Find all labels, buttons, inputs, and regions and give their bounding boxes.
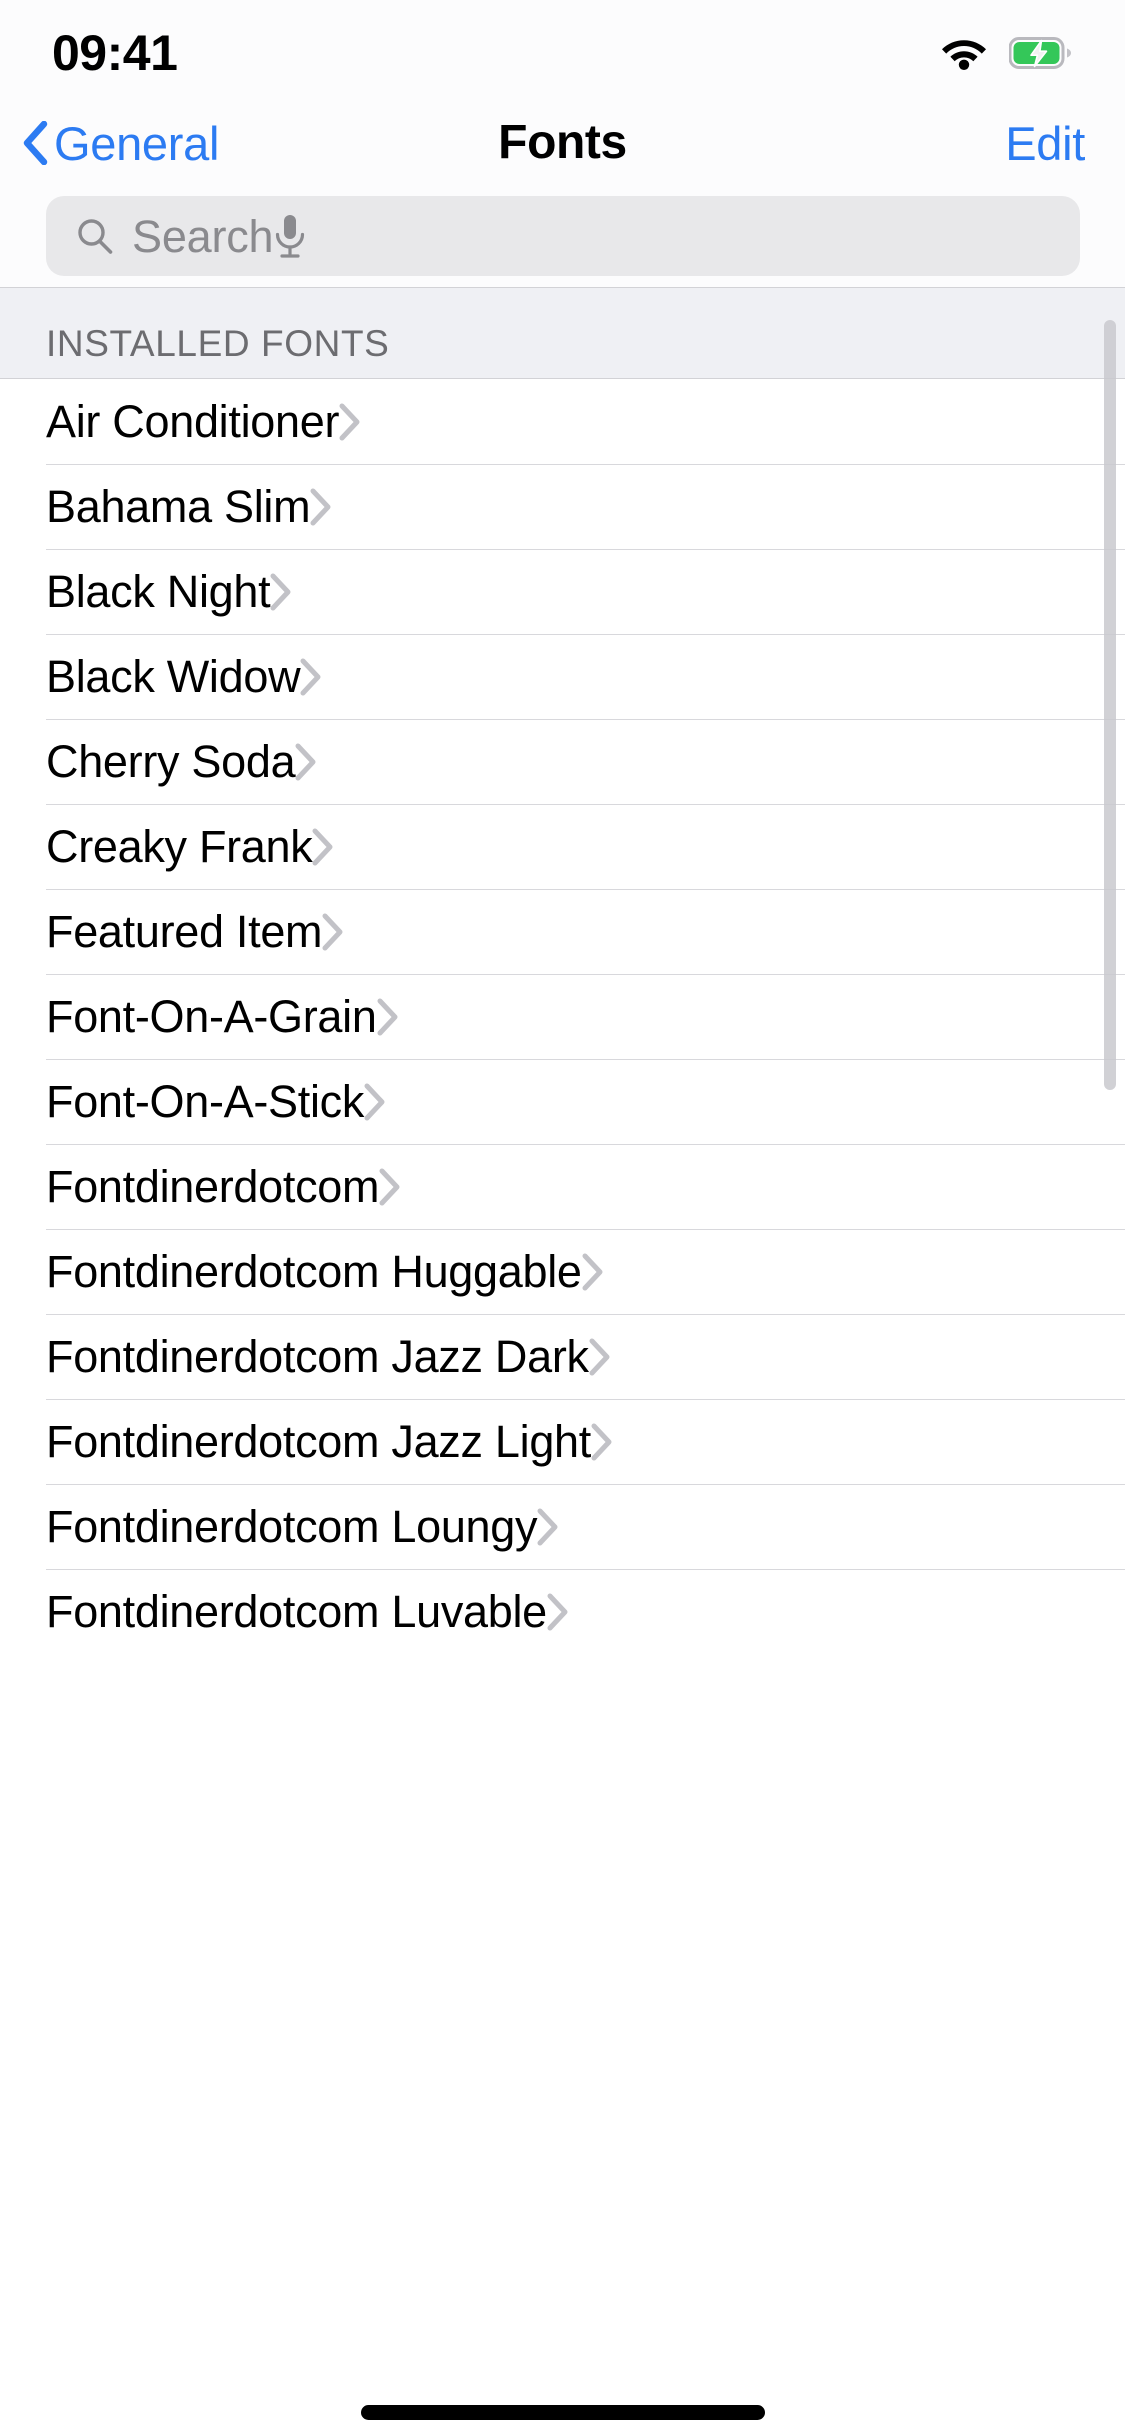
font-name-label: Fontdinerdotcom Jazz Dark xyxy=(46,1331,589,1382)
font-list-row[interactable]: Fontdinerdotcom Luvable xyxy=(0,1569,1125,1654)
section-header-installed-fonts: INSTALLED FONTS xyxy=(0,287,1125,379)
chevron-right-icon xyxy=(591,1423,613,1461)
chevron-left-icon xyxy=(22,121,54,165)
font-name-label: Fontdinerdotcom xyxy=(46,1161,380,1212)
chevron-right-icon xyxy=(312,828,334,866)
wifi-icon xyxy=(941,36,987,70)
chevron-right-icon xyxy=(589,1338,611,1376)
chevron-right-icon xyxy=(379,1168,401,1206)
chevron-right-icon xyxy=(377,998,399,1036)
edit-button[interactable]: Edit xyxy=(1005,120,1125,167)
search-placeholder: Search xyxy=(132,210,274,262)
font-list-row[interactable]: Fontdinerdotcom Jazz Light xyxy=(0,1399,1125,1484)
home-indicator[interactable] xyxy=(360,2405,765,2420)
font-list-row[interactable]: Bahama Slim xyxy=(0,464,1125,549)
status-bar-time: 09:41 xyxy=(52,25,178,81)
font-name-label: Font-On-A-Stick xyxy=(46,1076,365,1127)
settings-fonts-screen: 09:41 General Fonts Edit Search INSTALLE… xyxy=(0,0,1125,2436)
battery-charging-icon xyxy=(1009,37,1071,69)
chevron-right-icon xyxy=(300,658,322,696)
search-icon xyxy=(76,217,114,255)
font-list-row[interactable]: Fontdinerdotcom Jazz Dark xyxy=(0,1314,1125,1399)
font-name-label: Air Conditioner xyxy=(46,396,340,447)
font-list-row[interactable]: Font-On-A-Stick xyxy=(0,1059,1125,1144)
back-button-general[interactable]: General xyxy=(0,120,219,167)
chevron-right-icon xyxy=(339,403,361,441)
chevron-right-icon xyxy=(537,1508,559,1546)
chevron-right-icon xyxy=(310,488,332,526)
search-bar-container: Search xyxy=(0,188,1125,287)
font-list-row[interactable]: Black Widow xyxy=(0,634,1125,719)
microphone-icon[interactable] xyxy=(273,213,307,259)
search-input[interactable]: Search xyxy=(46,196,1080,276)
font-list-row[interactable]: Featured Item xyxy=(0,889,1125,974)
navigation-bar: General Fonts Edit xyxy=(0,98,1125,188)
vertical-scrollbar[interactable] xyxy=(1104,320,1116,1090)
chevron-right-icon xyxy=(364,1083,386,1121)
chevron-right-icon xyxy=(547,1593,569,1631)
font-name-label: Featured Item xyxy=(46,906,323,957)
font-name-label: Cherry Soda xyxy=(46,736,296,787)
status-bar-indicators xyxy=(941,36,1071,70)
chevron-right-icon xyxy=(295,743,317,781)
chevron-right-icon xyxy=(270,573,292,611)
font-name-label: Fontdinerdotcom Jazz Light xyxy=(46,1416,591,1467)
font-list-row[interactable]: Fontdinerdotcom xyxy=(0,1144,1125,1229)
font-list-row[interactable]: Cherry Soda xyxy=(0,719,1125,804)
font-name-label: Bahama Slim xyxy=(46,481,311,532)
section-header-label: INSTALLED FONTS xyxy=(46,323,390,364)
back-button-label: General xyxy=(54,116,220,170)
chevron-right-icon xyxy=(322,913,344,951)
font-name-label: Font-On-A-Grain xyxy=(46,991,377,1042)
font-name-label: Black Night xyxy=(46,566,271,617)
font-name-label: Fontdinerdotcom Huggable xyxy=(46,1246,582,1297)
font-list-row[interactable]: Font-On-A-Grain xyxy=(0,974,1125,1059)
font-list-row[interactable]: Creaky Frank xyxy=(0,804,1125,889)
font-list-row[interactable]: Air Conditioner xyxy=(0,379,1125,464)
installed-fonts-list[interactable]: Air Conditioner Bahama Slim Black Night … xyxy=(0,379,1125,2436)
font-name-label: Fontdinerdotcom Luvable xyxy=(46,1586,547,1637)
font-name-label: Black Widow xyxy=(46,651,301,702)
font-list-row[interactable]: Fontdinerdotcom Loungy xyxy=(0,1484,1125,1569)
chevron-right-icon xyxy=(582,1253,604,1291)
font-name-label: Creaky Frank xyxy=(46,821,313,872)
font-list-row[interactable]: Fontdinerdotcom Huggable xyxy=(0,1229,1125,1314)
font-name-label: Fontdinerdotcom Loungy xyxy=(46,1501,538,1552)
font-list-row[interactable]: Black Night xyxy=(0,549,1125,634)
status-bar: 09:41 xyxy=(0,0,1125,98)
